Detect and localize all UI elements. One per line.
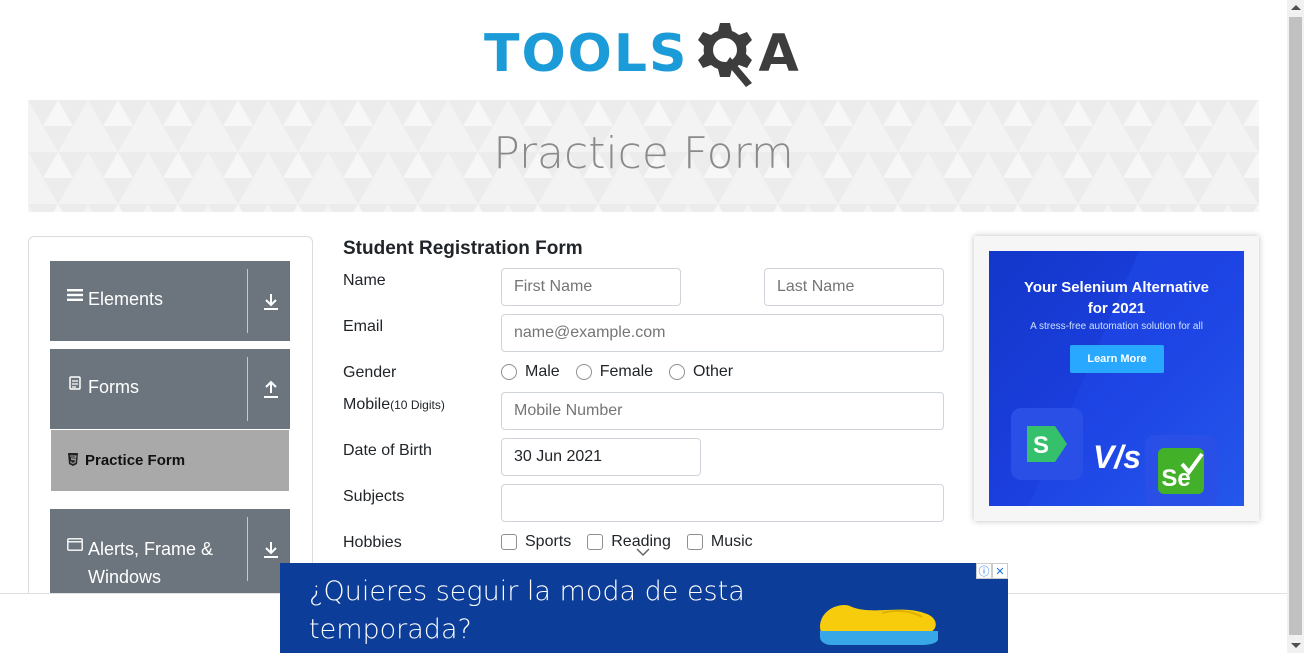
page-title: Practice Form bbox=[493, 128, 794, 179]
bottom-ad-text: ¿Quieres seguir la moda de esta temporad… bbox=[309, 573, 745, 649]
chevron-down-icon[interactable] bbox=[636, 547, 650, 557]
ad-headline: Your Selenium Alternative for 2021 bbox=[989, 277, 1244, 319]
sidebar-group-elements[interactable]: Elements bbox=[50, 261, 290, 341]
checkbox-label[interactable]: Music bbox=[711, 533, 753, 551]
upload-icon[interactable] bbox=[262, 380, 280, 400]
logo-tools-text: TOOLS bbox=[484, 24, 689, 84]
close-icon[interactable]: ✕ bbox=[992, 563, 1008, 579]
toolsqa-logo[interactable]: TOOLS A bbox=[484, 16, 799, 92]
scroll-down-arrow-icon[interactable] bbox=[1291, 643, 1301, 648]
document-icon bbox=[66, 376, 84, 390]
form-title: Student Registration Form bbox=[343, 238, 583, 259]
checkbox[interactable] bbox=[587, 534, 604, 550]
radio-button[interactable] bbox=[669, 364, 686, 380]
logo-left-text: S bbox=[1033, 432, 1049, 459]
divider bbox=[247, 269, 248, 333]
vertical-scrollbar[interactable] bbox=[1287, 0, 1304, 653]
ad-versus-text: V/s bbox=[1093, 439, 1142, 475]
scroll-up-arrow-icon[interactable] bbox=[1291, 5, 1301, 10]
subjects-label: Subjects bbox=[343, 488, 405, 505]
last-name-input[interactable]: Last Name bbox=[764, 268, 944, 306]
selenium-logo-icon: Se bbox=[1145, 435, 1217, 506]
left-sidebar: Elements Forms Practice Form Alerts, Fra… bbox=[28, 236, 313, 653]
hobby-checkbox-sports[interactable]: Sports bbox=[501, 533, 571, 551]
window-icon bbox=[66, 538, 84, 551]
sidebar-group-label: Forms bbox=[88, 377, 139, 397]
divider bbox=[247, 517, 248, 581]
hobby-checkbox-music[interactable]: Music bbox=[686, 533, 753, 551]
adchoices-icon[interactable]: ⓘ bbox=[976, 563, 992, 579]
ad-headline-line1: Your Selenium Alternative bbox=[1023, 279, 1210, 296]
mobile-label: Mobile(10 Digits) bbox=[343, 396, 445, 414]
email-label: Email bbox=[343, 318, 384, 335]
bottom-ad-line2: temporada? bbox=[309, 614, 472, 645]
name-label: Name bbox=[343, 272, 386, 289]
subjects-input[interactable] bbox=[501, 484, 944, 522]
ad-badges: ⓘ ✕ bbox=[976, 563, 1008, 579]
shoe-image bbox=[820, 605, 938, 645]
sidebar-item-label: Practice Form bbox=[85, 452, 186, 469]
dob-input[interactable]: 30 Jun 2021 bbox=[501, 438, 701, 476]
html5-icon bbox=[67, 452, 79, 469]
download-icon[interactable] bbox=[262, 292, 280, 312]
radio-label[interactable]: Male bbox=[525, 363, 560, 381]
mobile-hint: (10 Digits) bbox=[390, 398, 445, 412]
checkbox[interactable] bbox=[686, 534, 703, 550]
radio-label[interactable]: Female bbox=[600, 363, 653, 381]
ad-headline-line2: for 2021 bbox=[1087, 300, 1146, 317]
bottom-ad-line1: ¿Quieres seguir la moda de esta bbox=[309, 576, 745, 607]
hobbies-label: Hobbies bbox=[343, 534, 402, 551]
scroll-thumb[interactable] bbox=[1289, 17, 1302, 635]
gender-radio-male[interactable]: Male bbox=[501, 363, 560, 381]
ad-creative[interactable]: Your Selenium Alternative for 2021 A str… bbox=[989, 251, 1244, 506]
page-banner: Practice Form bbox=[28, 100, 1259, 212]
radio-button[interactable] bbox=[501, 364, 517, 380]
gender-radio-other[interactable]: Other bbox=[669, 363, 733, 381]
bottom-ad[interactable]: ¿Quieres seguir la moda de esta temporad… bbox=[280, 563, 1008, 653]
gender-radio-group: Male Female Other bbox=[501, 363, 749, 381]
mobile-label-text: Mobile bbox=[343, 396, 391, 413]
sidebar-group-label: Elements bbox=[88, 289, 164, 309]
gender-label: Gender bbox=[343, 364, 397, 381]
learn-more-button[interactable]: Learn More bbox=[1070, 345, 1164, 373]
checkbox-label[interactable]: Sports bbox=[525, 533, 571, 551]
ad-subtitle: A stress-free automation solution for al… bbox=[1030, 321, 1203, 332]
sidebar-ad[interactable]: Your Selenium Alternative for 2021 A str… bbox=[974, 236, 1259, 521]
hobby-checkbox-reading[interactable]: Reading bbox=[587, 533, 671, 551]
radio-button[interactable] bbox=[575, 364, 592, 380]
sidebar-group-label: Alerts, Frame & bbox=[88, 539, 214, 559]
mobile-input[interactable]: Mobile Number bbox=[501, 392, 944, 430]
dob-label: Date of Birth bbox=[343, 442, 432, 459]
checkbox[interactable] bbox=[501, 534, 517, 550]
first-name-input[interactable]: First Name bbox=[501, 268, 681, 306]
hamburger-icon bbox=[66, 288, 84, 302]
sidebar-group-forms[interactable]: Forms bbox=[50, 349, 290, 429]
download-icon[interactable] bbox=[262, 540, 280, 560]
katalon-logo-icon: S bbox=[1011, 408, 1083, 480]
sidebar-group-alerts[interactable]: Alerts, Frame & Windows bbox=[50, 509, 290, 593]
hobbies-checkbox-group: Sports Reading Music bbox=[501, 533, 769, 551]
email-input[interactable]: name@example.com bbox=[501, 314, 944, 352]
logo-a-text: A bbox=[758, 24, 799, 84]
sidebar-item-practice-form[interactable]: Practice Form bbox=[50, 429, 290, 492]
sidebar-group-label-line2: Windows bbox=[88, 567, 162, 587]
logo-gear-icon: A bbox=[690, 17, 799, 91]
divider bbox=[247, 357, 248, 421]
gender-radio-female[interactable]: Female bbox=[575, 363, 653, 381]
radio-label[interactable]: Other bbox=[693, 363, 733, 381]
